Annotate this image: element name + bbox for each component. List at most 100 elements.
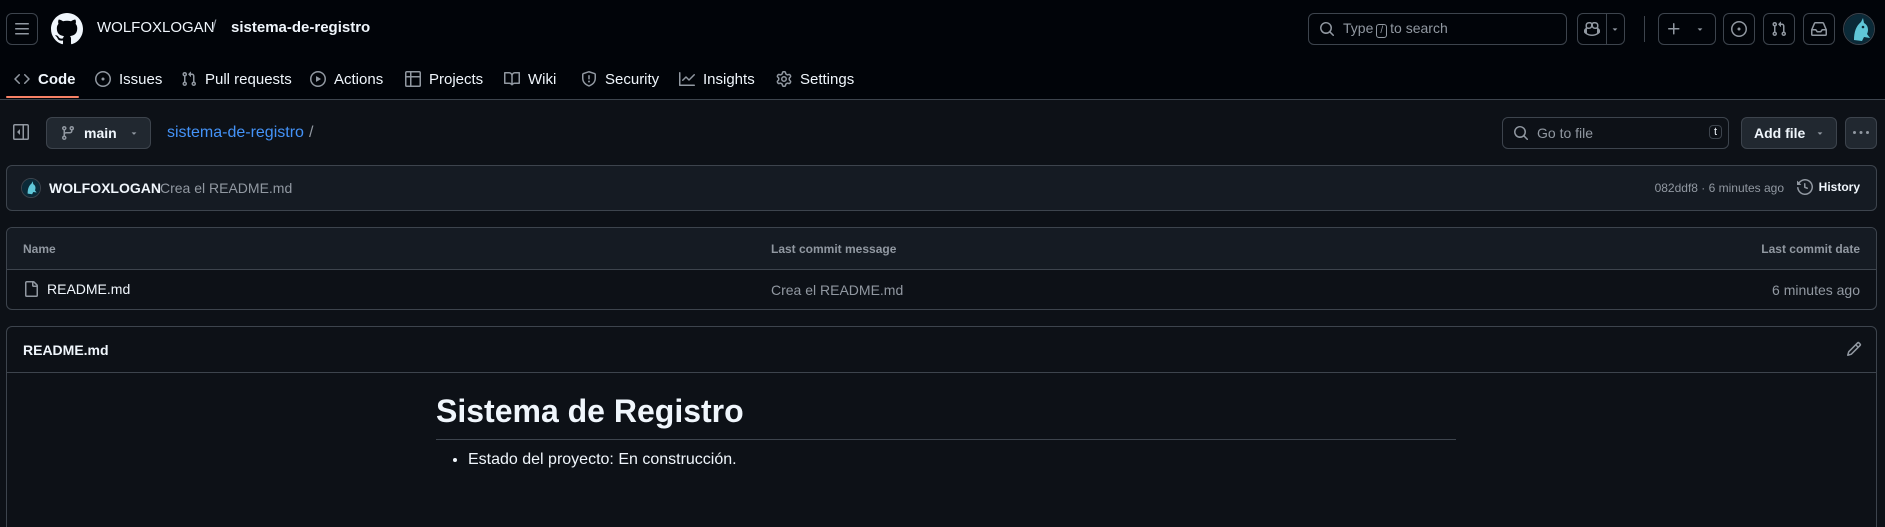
tab-code[interactable]: Code	[14, 58, 76, 100]
edit-readme-button[interactable]	[1846, 341, 1862, 357]
book-icon	[504, 71, 520, 86]
tab-settings[interactable]: Settings	[776, 58, 854, 100]
commit-author-link[interactable]: WOLFOXLOGAN	[49, 180, 161, 196]
issue-icon	[1731, 21, 1747, 37]
repo-nav-tabs: Code Issues Pull requests Actions Projec…	[0, 58, 1885, 100]
sidebar-toggle-icon[interactable]	[13, 124, 29, 140]
inbox-icon	[1811, 22, 1827, 36]
tab-label: Settings	[800, 70, 855, 88]
file-commit-message[interactable]: Crea el README.md	[771, 282, 903, 298]
graph-icon	[679, 72, 695, 86]
add-file-label: Add file	[1754, 125, 1806, 141]
pull-request-icon	[1772, 21, 1787, 37]
column-header-commit-date: Last commit date	[1761, 242, 1860, 256]
issues-button[interactable]	[1723, 13, 1755, 45]
github-logo-icon[interactable]	[51, 13, 83, 45]
code-icon	[14, 73, 30, 85]
git-branch-icon	[61, 126, 74, 141]
hamburger-icon	[15, 23, 29, 35]
column-header-name: Name	[23, 242, 56, 256]
commit-message-link[interactable]: Crea el README.md	[160, 180, 292, 196]
search-icon	[1320, 22, 1335, 37]
repo-name-link[interactable]: sistema-de-registro	[231, 19, 370, 36]
wolf-avatar-icon	[1844, 14, 1874, 44]
search-shortcut-key: /	[1376, 24, 1388, 38]
file-table-header: Name Last commit message Last commit dat…	[7, 228, 1876, 270]
history-label: History	[1818, 180, 1860, 194]
tab-label: Security	[605, 70, 660, 88]
go-to-file-shortcut: t	[1708, 125, 1722, 139]
history-link[interactable]: History	[1796, 179, 1860, 195]
history-icon	[1796, 179, 1813, 195]
list-item: Estado del proyecto: En construcción.	[468, 451, 737, 469]
breadcrumb-repo-link[interactable]: sistema-de-registro	[167, 124, 304, 141]
header-divider	[1644, 16, 1645, 42]
file-commit-date: 6 minutes ago	[1772, 282, 1860, 298]
gear-icon	[776, 71, 792, 87]
shield-icon	[582, 71, 596, 87]
kebab-horizontal-icon	[1853, 131, 1869, 134]
tab-label: Actions	[334, 70, 384, 88]
tab-issues[interactable]: Issues	[95, 58, 162, 100]
chevron-down-icon	[1818, 132, 1823, 135]
readme-list: Estado del proyecto: En construcción.	[468, 451, 737, 469]
breadcrumb-separator: /	[308, 124, 314, 141]
readme-title[interactable]: README.md	[23, 342, 109, 358]
pull-requests-button[interactable]	[1763, 13, 1795, 45]
active-tab-indicator	[6, 96, 79, 98]
tab-wiki[interactable]: Wiki	[504, 58, 556, 100]
table-icon	[405, 71, 421, 87]
copilot-button[interactable]	[1577, 13, 1625, 45]
chevron-down-icon	[1689, 14, 1711, 44]
latest-commit-bar: WOLFOXLOGAN Crea el README.md 082ddf8 · …	[6, 165, 1877, 211]
pull-request-icon	[182, 71, 197, 87]
column-header-commit-message: Last commit message	[771, 242, 897, 256]
create-new-button[interactable]	[1658, 13, 1716, 45]
tab-label: Pull requests	[205, 70, 292, 88]
user-avatar[interactable]	[1843, 13, 1875, 45]
tab-label: Issues	[119, 70, 163, 88]
go-to-file-placeholder: Go to file	[1537, 125, 1594, 141]
readme-panel: README.md Sistema de Registro Estado del…	[6, 326, 1877, 527]
readme-header: README.md	[7, 327, 1876, 373]
tab-pull-requests[interactable]: Pull requests	[181, 58, 292, 100]
play-icon	[310, 71, 326, 87]
path-separator: /	[212, 18, 217, 35]
author-avatar[interactable]	[21, 178, 41, 198]
branch-selector[interactable]: main	[46, 117, 151, 149]
global-header: WOLFOXLOGAN / sistema-de-registro Type / t…	[0, 0, 1885, 58]
inbox-button[interactable]	[1803, 13, 1835, 45]
chevron-down-icon	[131, 132, 136, 135]
search-input[interactable]: Type / to search	[1308, 13, 1567, 45]
chevron-down-icon[interactable]	[1607, 14, 1624, 44]
tab-label: Insights	[703, 70, 755, 88]
more-options-button[interactable]	[1845, 117, 1877, 149]
repo-main: main sistema-de-registro / Go to file t A…	[0, 100, 1885, 527]
issue-icon	[95, 71, 111, 87]
file-table: Name Last commit message Last commit dat…	[6, 227, 1877, 310]
file-name: README.md	[47, 281, 131, 297]
file-icon	[25, 281, 38, 297]
tab-label: Wiki	[528, 70, 557, 88]
copilot-icon[interactable]	[1578, 14, 1607, 44]
search-placeholder: Type / to search	[1343, 20, 1448, 38]
commit-sha-and-time[interactable]: 082ddf8 · 6 minutes ago	[1655, 181, 1784, 195]
tab-projects[interactable]: Projects	[405, 58, 483, 100]
breadcrumb: sistema-de-registro /	[167, 124, 313, 142]
menu-button[interactable]	[6, 13, 38, 45]
search-icon	[1514, 126, 1529, 141]
tab-security[interactable]: Security	[581, 58, 659, 100]
branch-name: main	[84, 125, 117, 141]
repo-owner-link[interactable]: WOLFOXLOGAN	[97, 19, 215, 36]
pencil-icon	[1846, 341, 1862, 357]
tab-actions[interactable]: Actions	[310, 58, 383, 100]
tab-insights[interactable]: Insights	[679, 58, 755, 100]
tab-label: Projects	[429, 70, 484, 88]
tab-label: Code	[38, 70, 76, 88]
go-to-file-input[interactable]: Go to file t	[1502, 117, 1729, 149]
readme-heading: Sistema de Registro	[436, 391, 1456, 440]
plus-icon	[1659, 14, 1689, 44]
table-row[interactable]: README.md Crea el README.md 6 minutes ag…	[7, 270, 1876, 309]
add-file-button[interactable]: Add file	[1741, 117, 1837, 149]
file-name-link[interactable]: README.md	[23, 281, 130, 297]
